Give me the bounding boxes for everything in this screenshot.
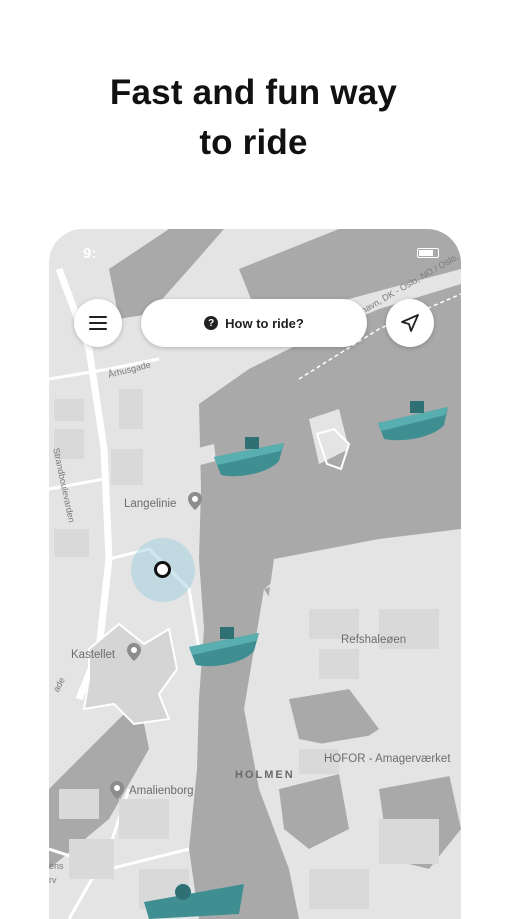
hamburger-menu-icon bbox=[89, 316, 107, 330]
map-label-rv: rv bbox=[49, 875, 57, 885]
poi-pin-icon[interactable] bbox=[110, 781, 124, 799]
phone-screen: Århusgade Strandboulevarden Langelinie K… bbox=[49, 229, 461, 919]
headline-line-2: to ride bbox=[199, 123, 308, 162]
map-label-kastellet: Kastellet bbox=[71, 649, 116, 661]
map-label-refshaleoen: Refshaleøen bbox=[341, 634, 407, 646]
status-bar-time: 9: bbox=[83, 245, 97, 262]
question-mark-icon: ? bbox=[204, 316, 219, 330]
boat-marker-icon[interactable] bbox=[184, 619, 264, 671]
map-label-hofor: HOFOR - Amagerværket bbox=[324, 753, 451, 765]
navigation-arrow-icon bbox=[401, 314, 419, 332]
how-to-ride-label: How to ride? bbox=[225, 315, 304, 331]
headline: Fast and fun way to ride bbox=[0, 68, 507, 168]
map-label-ens: ens bbox=[49, 861, 64, 871]
locate-me-button[interactable] bbox=[386, 299, 434, 347]
headline-line-1: Fast and fun way bbox=[109, 73, 398, 112]
boat-marker-icon[interactable] bbox=[374, 397, 452, 447]
user-location-dot bbox=[154, 561, 171, 578]
poi-pin-icon[interactable] bbox=[188, 492, 202, 510]
map-label-holmen: HOLMEN bbox=[235, 769, 295, 781]
menu-button[interactable] bbox=[74, 299, 122, 347]
battery-icon bbox=[417, 248, 439, 258]
boat-marker-icon[interactable] bbox=[139, 874, 249, 919]
map-label-amalienborg: Amalienborg bbox=[129, 785, 194, 797]
poi-pin-icon[interactable] bbox=[127, 643, 141, 661]
boat-marker-icon[interactable] bbox=[209, 429, 289, 481]
how-to-ride-button[interactable]: ? How to ride? bbox=[141, 299, 367, 347]
map-label-langelinie: Langelinie bbox=[124, 498, 177, 510]
